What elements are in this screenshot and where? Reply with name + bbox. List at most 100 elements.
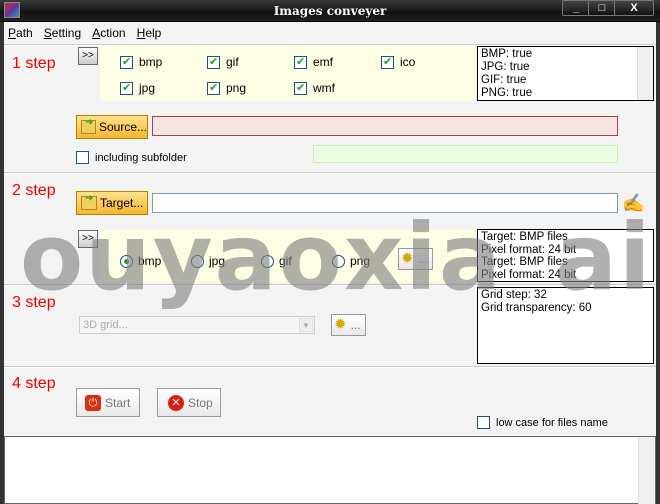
effect-dropdown[interactable]: 3D grid... ▼ — [79, 316, 315, 334]
checkbox-icon[interactable] — [381, 55, 394, 69]
radio-icon[interactable] — [332, 254, 345, 268]
info-line: Pixel format: 24 bit — [481, 243, 577, 256]
checkbox-icon[interactable] — [294, 81, 307, 95]
checkbox-label: bmp — [139, 55, 163, 69]
checkbox-icon[interactable] — [120, 55, 133, 69]
radio-icon[interactable] — [120, 254, 133, 268]
edit-hand-icon[interactable]: ✍ — [622, 193, 644, 214]
effect-placeholder: 3D grid... — [83, 319, 128, 331]
subfolder-label: including subfolder — [95, 151, 187, 164]
start-label: Start — [105, 395, 131, 410]
checkbox-label: jpg — [139, 81, 156, 95]
radio-label: png — [350, 254, 371, 268]
stop-button[interactable]: ✕ Stop — [157, 388, 221, 417]
effect-info-box: Grid step: 32 Grid transparency: 60 — [477, 287, 654, 364]
log-scrollbar[interactable] — [638, 437, 655, 504]
close-button[interactable]: X — [614, 0, 654, 16]
window-frame-right — [656, 22, 660, 504]
settings-label: ... — [417, 252, 428, 266]
window-title: Images conveyer — [273, 4, 387, 18]
target-button[interactable]: Target... — [76, 191, 148, 215]
target-info-box: Target: BMP files Pixel format: 24 bit T… — [477, 229, 654, 282]
checkbox-label: emf — [313, 55, 334, 69]
info-line: Grid transparency: 60 — [481, 302, 592, 314]
gear-icon: ✹ — [334, 316, 347, 333]
menu-action[interactable]: Action — [88, 22, 129, 44]
subfolder-checkbox[interactable]: including subfolder — [76, 151, 187, 164]
radio-icon[interactable] — [191, 254, 204, 268]
title-bar: Images conveyer _ □ X — [0, 0, 660, 22]
chevron-down-icon[interactable]: ▼ — [299, 318, 313, 332]
maximize-button[interactable]: □ — [588, 0, 616, 16]
radio-label: gif — [279, 254, 292, 268]
checkbox-label: gif — [226, 55, 239, 69]
menu-help[interactable]: Help — [133, 22, 166, 44]
step3-label: 3 step — [12, 294, 56, 311]
source-path-input[interactable] — [152, 116, 618, 136]
menu-setting[interactable]: Setting — [40, 22, 85, 44]
radio-jpg[interactable]: jpg — [191, 254, 225, 268]
divider — [4, 284, 656, 286]
window-frame-left — [0, 22, 4, 504]
checkbox-icon[interactable] — [207, 81, 220, 95]
expand-button[interactable]: >> — [78, 47, 98, 65]
radio-label: jpg — [209, 254, 226, 268]
checkbox-label: png — [226, 81, 247, 95]
folder-icon — [81, 193, 97, 210]
info-line: Target: BMP files — [481, 231, 568, 243]
step4-label: 4 step — [12, 375, 56, 392]
checkbox-icon[interactable] — [207, 55, 220, 69]
expand-button[interactable]: >> — [78, 230, 98, 248]
checkbox-icon[interactable] — [477, 416, 490, 429]
folder-icon — [81, 117, 96, 134]
radio-bmp[interactable]: bmp — [120, 254, 161, 268]
checkbox-label: ico — [400, 55, 416, 69]
checkbox-wmf[interactable]: wmf — [294, 81, 335, 95]
info-line: Pixel format: 24 bit — [481, 268, 577, 281]
info-line: PNG: true — [481, 87, 533, 99]
power-icon: ⏻ — [85, 394, 101, 411]
radio-gif[interactable]: gif — [261, 254, 292, 268]
checkbox-bmp[interactable]: bmp — [120, 55, 162, 69]
info-line: Grid step: 32 — [481, 289, 547, 301]
stop-icon: ✕ — [168, 394, 184, 411]
checkbox-ico[interactable]: ico — [381, 55, 415, 69]
checkbox-icon[interactable] — [120, 81, 133, 95]
lowcase-checkbox[interactable]: low case for files name — [477, 416, 608, 429]
info-line: BMP: true — [481, 48, 533, 60]
menu-path[interactable]: Path — [4, 22, 37, 44]
checkbox-label: wmf — [313, 81, 335, 95]
progress-field — [313, 145, 618, 163]
checkbox-jpg[interactable]: jpg — [120, 81, 155, 95]
step1-label: 1 step — [12, 55, 56, 72]
menu-bar: Path Setting Action Help — [4, 22, 656, 44]
divider — [4, 366, 656, 368]
checkbox-icon[interactable] — [76, 151, 89, 164]
minimize-button[interactable]: _ — [562, 0, 590, 16]
gear-icon: ✹ — [401, 250, 414, 267]
scrollbar[interactable] — [637, 47, 653, 100]
stop-label: Stop — [188, 395, 213, 410]
checkbox-gif[interactable]: gif — [207, 55, 239, 69]
radio-label: bmp — [138, 254, 162, 268]
log-area[interactable] — [4, 436, 656, 504]
info-line: Target: BMP files — [481, 256, 568, 268]
info-line: JPG: true — [481, 61, 530, 73]
step2-label: 2 step — [12, 182, 56, 199]
radio-png[interactable]: png — [332, 254, 370, 268]
lowcase-label: low case for files name — [496, 416, 608, 429]
radio-icon[interactable] — [261, 254, 274, 268]
info-line: GIF: true — [481, 74, 527, 86]
target-path-input[interactable] — [152, 193, 618, 213]
effect-settings-button[interactable]: ✹... — [331, 314, 366, 336]
source-button-label: Source... — [98, 120, 147, 134]
target-settings-button[interactable]: ✹... — [398, 248, 433, 270]
checkbox-emf[interactable]: emf — [294, 55, 333, 69]
divider — [4, 172, 656, 174]
checkbox-png[interactable]: png — [207, 81, 246, 95]
checkbox-icon[interactable] — [294, 55, 307, 69]
settings-label: ... — [350, 318, 361, 332]
source-info-box: BMP: true JPG: true GIF: true PNG: true — [477, 46, 654, 101]
source-button[interactable]: Source... — [76, 115, 148, 139]
start-button[interactable]: ⏻ Start — [76, 388, 140, 417]
